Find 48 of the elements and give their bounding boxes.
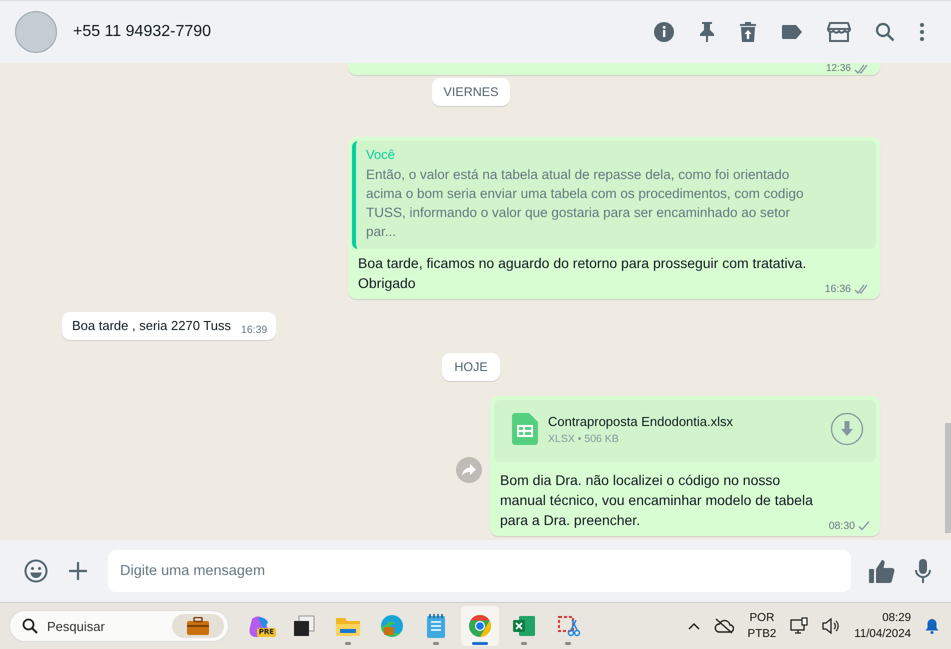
thumbs-up-icon[interactable]: [869, 559, 895, 583]
bell-icon[interactable]: [925, 618, 939, 634]
date-chip: HOJE: [442, 353, 500, 381]
speaker-icon[interactable]: [822, 618, 840, 634]
trash-icon[interactable]: [739, 21, 757, 43]
download-icon[interactable]: [830, 412, 864, 446]
search-icon[interactable]: [875, 22, 895, 42]
quoted-message[interactable]: [352, 141, 876, 249]
message-input[interactable]: Digite uma mensagem: [108, 550, 851, 592]
spreadsheet-app-icon: [512, 614, 536, 638]
taskbar-clock[interactable]: 08:29 11/04/2024: [854, 610, 911, 642]
network-icon[interactable]: [790, 617, 808, 635]
notepad-icon: [426, 613, 446, 639]
cloud-off-icon[interactable]: [714, 618, 734, 634]
storefront-icon[interactable]: [827, 21, 851, 43]
date-chip: VIERNES: [432, 78, 510, 106]
file-name: Contraproposta Endodontia.xlsx: [548, 414, 734, 428]
chevron-up-icon[interactable]: [688, 622, 700, 630]
scissors-icon: [556, 614, 580, 638]
microphone-icon[interactable]: [915, 559, 931, 583]
search-placeholder: Pesquisar: [47, 618, 106, 634]
message-text: Bom dia Dra. não localizei o código no nosso manual técnico, vou encaminhar modelo de tabela para a Dra. preencher.: [500, 471, 814, 530]
chrome-icon: [468, 614, 492, 638]
search-icon: [22, 618, 38, 634]
file-meta: XLSX • 506 KB: [548, 432, 620, 444]
message-time: 16:36: [824, 283, 851, 295]
label-icon[interactable]: [781, 24, 803, 40]
emoji-icon[interactable]: [24, 559, 48, 583]
message-text: Boa tarde, ficamos no aguardo do retorno para prosseguir com tratativa. Obrigado: [358, 254, 808, 293]
message-text: Boa tarde , seria 2270 Tuss: [72, 317, 231, 335]
quote-text: Então, o valor está na tabela atual de repasse dela, como foi orientado acima o bom seria enviar uma tabela com os procedimentos, com codigo TUSS, informando o valor que gostaria para ser encaminhado ao setor par...: [366, 166, 804, 241]
menu-icon[interactable]: [919, 22, 925, 42]
file-attachment[interactable]: Contraproposta Endodontia.xlsx XLSX • 506 KB: [494, 400, 876, 462]
spreadsheet-icon: [512, 413, 538, 445]
browser-wave-icon: [380, 614, 404, 638]
window-stack-icon: [293, 615, 315, 637]
plus-icon[interactable]: [68, 561, 88, 581]
briefcase-icon: [172, 614, 224, 638]
input-language[interactable]: POR PTB2: [748, 610, 776, 642]
taskbar-search[interactable]: Pesquisar: [9, 610, 229, 642]
folder-icon: [335, 615, 361, 637]
info-icon[interactable]: [653, 21, 675, 43]
message-time: 16:39: [240, 324, 268, 336]
pin-icon[interactable]: [699, 21, 715, 43]
message-time: 08:30: [828, 520, 855, 532]
contact-name[interactable]: +55 11 94932-7790: [73, 23, 212, 41]
quote-author: Você: [366, 147, 396, 162]
message-time: 12:36: [826, 64, 851, 74]
